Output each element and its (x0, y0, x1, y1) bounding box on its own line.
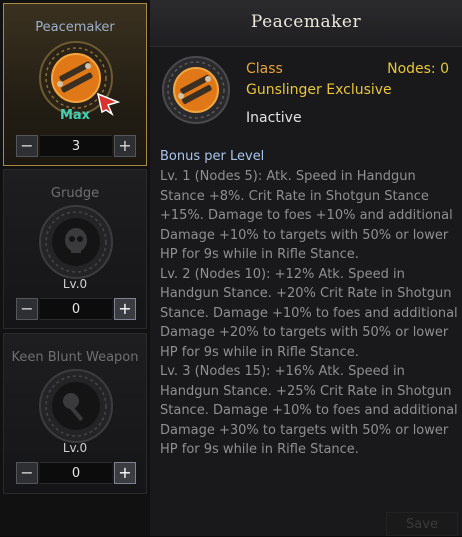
decrease-button[interactable]: − (16, 135, 38, 157)
skill-level-text: Lv.0 (62, 441, 88, 455)
detail-title: Peacemaker (250, 12, 362, 32)
level-value: 3 (40, 135, 112, 157)
skill-card-keen-blunt-weapon[interactable]: Keen Blunt Weapon Lv.0 − 0 + (3, 333, 147, 494)
level-stepper: − 0 + (16, 462, 136, 484)
bonus-level-1: Lv. 1 (Nodes 5): Atk. Speed in Handgun S… (160, 169, 453, 262)
decrease-button[interactable]: − (16, 462, 38, 484)
bonus-level-2: Lv. 2 (Nodes 10): +12% Atk. Speed in Han… (160, 266, 458, 360)
bonus-list: Lv. 1 (Nodes 5): Atk. Speed in Handgun S… (160, 167, 458, 460)
skill-list: Peacemaker Max − 3 + Grudge Lv.0 − 0 + K… (0, 0, 150, 536)
skill-detail-panel: Peacemaker Class Nodes: 0 Gunslinger Exc… (150, 0, 462, 536)
increase-button[interactable]: + (114, 462, 136, 484)
detail-header: Peacemaker (150, 0, 462, 47)
skill-card-peacemaker[interactable]: Peacemaker Max − 3 + (3, 3, 147, 166)
increase-button[interactable]: + (114, 135, 136, 157)
class-restriction: Gunslinger Exclusive (246, 82, 392, 98)
bonus-level-3: Lv. 3 (Nodes 15): +16% Atk. Speed in Han… (160, 364, 458, 457)
class-label: Class (246, 61, 283, 77)
skill-level-text: Lv.0 (62, 277, 88, 291)
skull-icon (39, 205, 113, 279)
level-stepper: − 0 + (16, 298, 136, 320)
mace-icon (39, 369, 113, 443)
skill-level-text: Max (59, 108, 91, 123)
level-value: 0 (40, 462, 112, 484)
level-stepper: − 3 + (16, 135, 136, 157)
twin-pistols-icon (162, 56, 230, 124)
level-value: 0 (40, 298, 112, 320)
skill-card-grudge[interactable]: Grudge Lv.0 − 0 + (3, 169, 147, 329)
status-text: Inactive (246, 110, 302, 126)
skill-card-title: Peacemaker (35, 20, 115, 35)
skill-card-title: Keen Blunt Weapon (11, 350, 139, 365)
increase-button[interactable]: + (114, 298, 136, 320)
nodes-count: Nodes: 0 (387, 61, 449, 77)
save-button[interactable]: Save (386, 512, 458, 536)
decrease-button[interactable]: − (16, 298, 38, 320)
skill-card-title: Grudge (50, 186, 100, 201)
bonus-header: Bonus per Level (160, 149, 265, 164)
